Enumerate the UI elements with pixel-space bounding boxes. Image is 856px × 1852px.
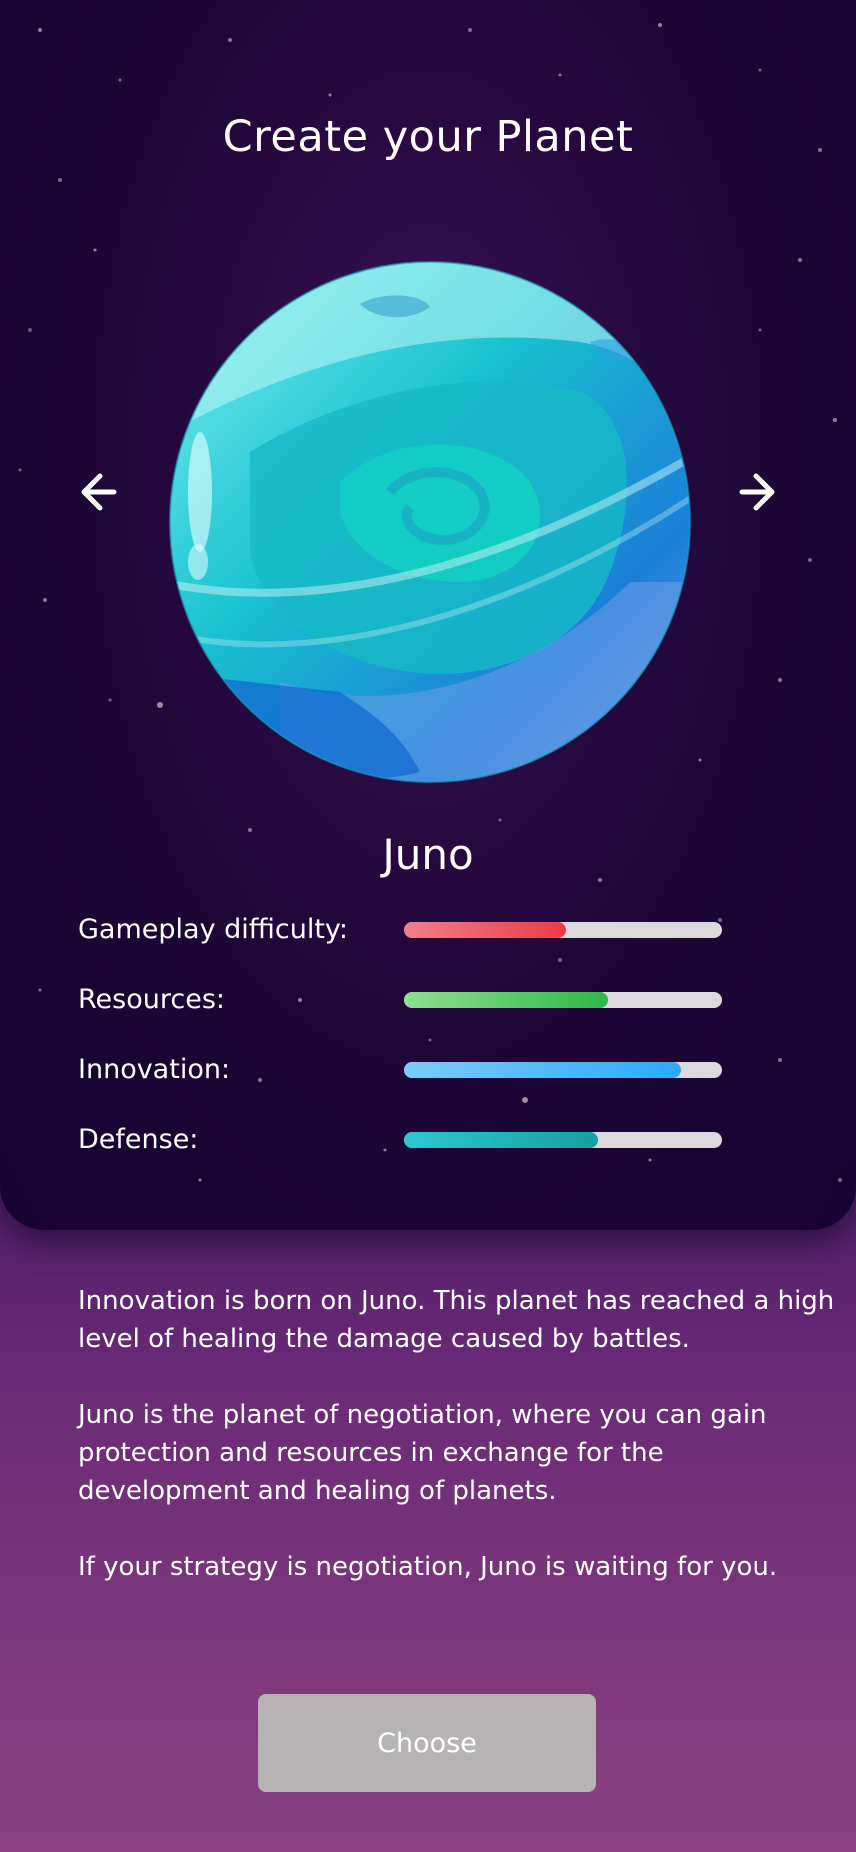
stat-label: Defense: <box>78 1124 199 1155</box>
planet-juno-icon <box>160 252 700 792</box>
description-paragraph: Innovation is born on Juno. This planet … <box>78 1286 835 1354</box>
stat-resources: Resources: <box>78 980 728 1020</box>
stat-label: Gameplay difficulty: <box>78 914 349 945</box>
planet-card: Create your Planet Juno Gameplay difficu… <box>0 0 856 1230</box>
planet-name: Juno <box>382 830 474 879</box>
arrow-right-icon <box>739 473 775 511</box>
stat-innovation: Innovation: <box>78 1050 728 1090</box>
stat-label: Resources: <box>78 984 225 1015</box>
stat-bar-track <box>404 1062 722 1078</box>
description-paragraph: If your strategy is negotiation, Juno is… <box>78 1552 778 1582</box>
stat-gameplay-difficulty: Gameplay difficulty: <box>78 910 728 950</box>
description-paragraph: Juno is the planet of negotiation, where… <box>78 1400 767 1506</box>
stat-bar-fill <box>404 992 608 1008</box>
stat-bar-fill <box>404 1132 598 1148</box>
stat-bar-track <box>404 992 722 1008</box>
stat-bar-track <box>404 922 722 938</box>
next-planet-button[interactable] <box>722 462 782 522</box>
previous-planet-button[interactable] <box>74 462 134 522</box>
arrow-left-icon <box>81 473 117 511</box>
stat-bar-fill <box>404 922 567 938</box>
page-title: Create your Planet <box>222 112 634 162</box>
choose-button[interactable]: Choose <box>258 1694 596 1792</box>
stat-bar-fill <box>404 1062 681 1078</box>
stat-label: Innovation: <box>78 1054 231 1085</box>
stat-defense: Defense: <box>78 1120 728 1160</box>
stat-bar-track <box>404 1132 722 1148</box>
